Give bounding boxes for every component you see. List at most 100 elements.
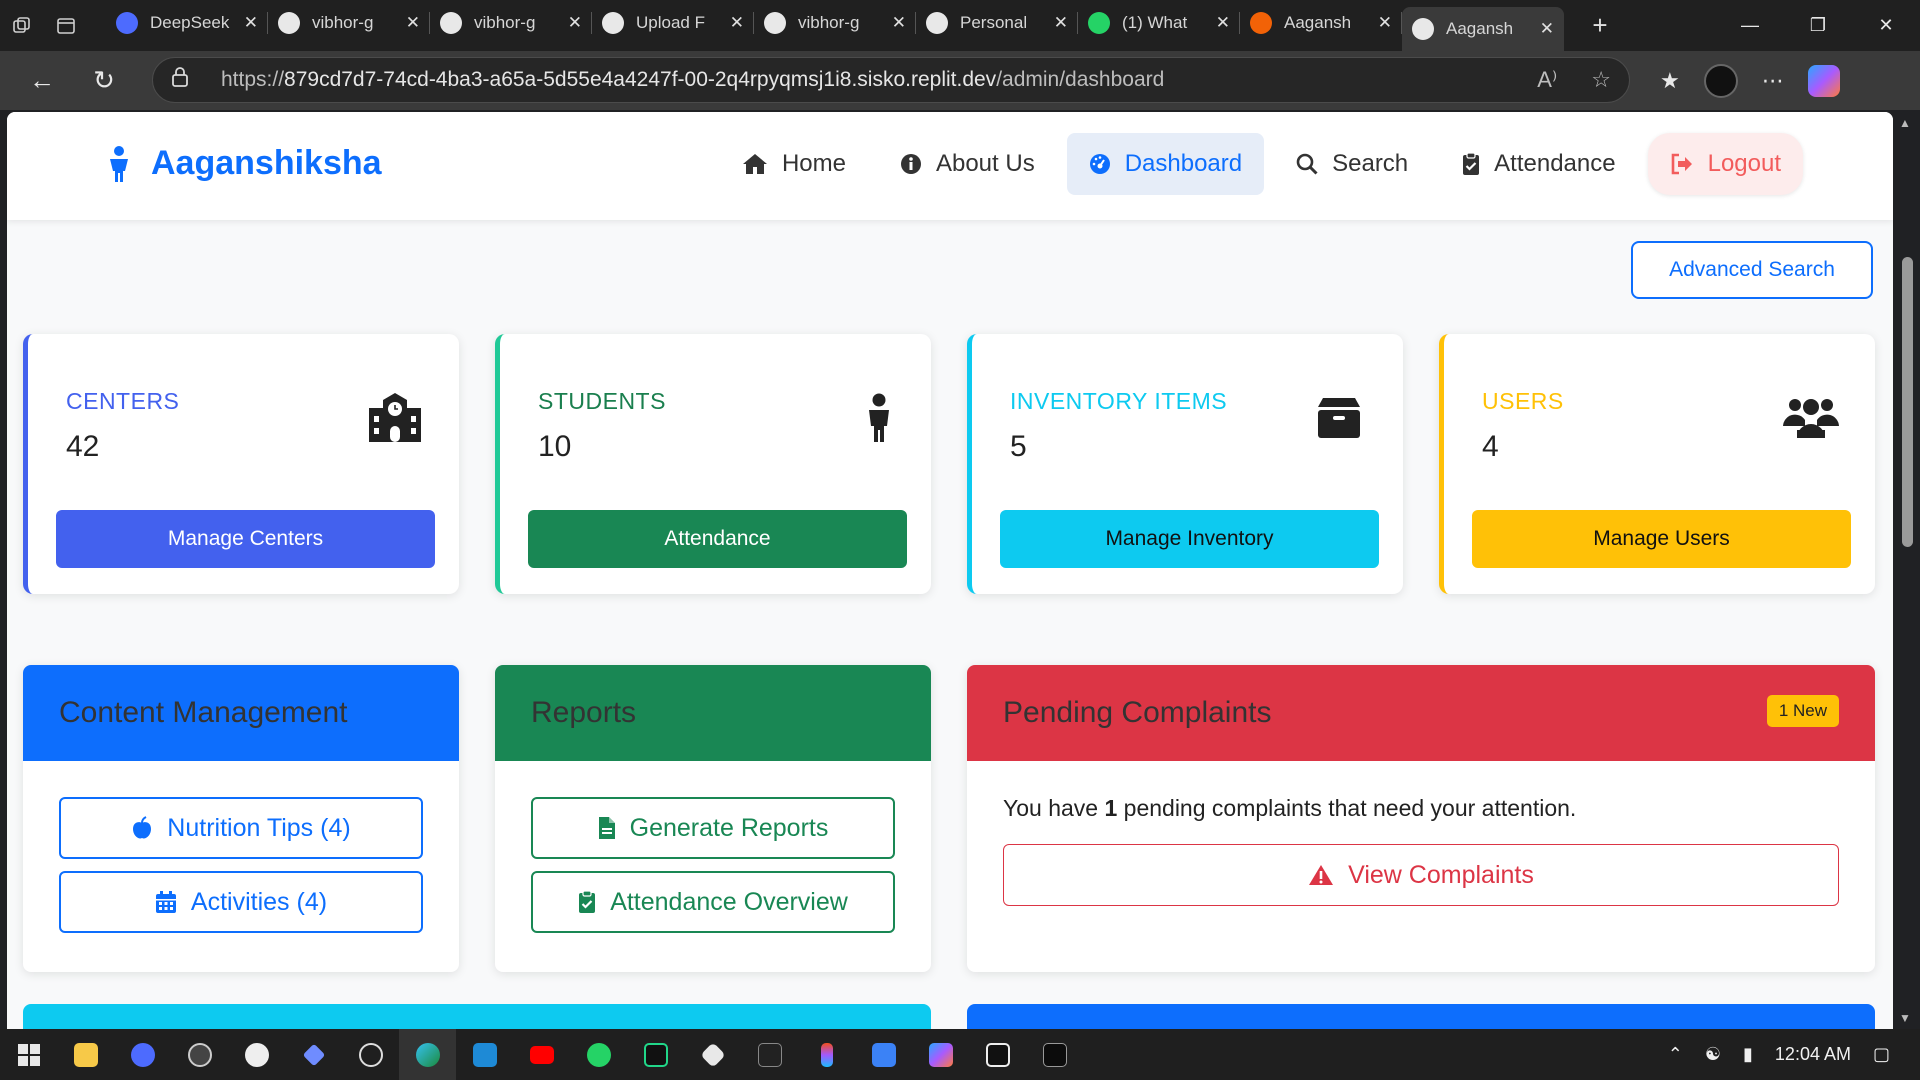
whatsapp-icon[interactable] xyxy=(570,1029,627,1080)
workspaces-icon[interactable] xyxy=(0,0,44,51)
close-tab-icon[interactable]: ✕ xyxy=(892,13,906,33)
nutrition-tips-button[interactable]: Nutrition Tips (4) xyxy=(59,797,423,859)
stat-card-users: USERS 4 Manage Users xyxy=(1439,334,1875,594)
panel-header: Pending Complaints 1 New xyxy=(967,665,1875,761)
close-tab-icon[interactable]: ✕ xyxy=(1054,13,1068,33)
notifications-icon[interactable]: ▢ xyxy=(1873,1044,1890,1065)
close-tab-icon[interactable]: ✕ xyxy=(1540,19,1554,39)
attendance-overview-button[interactable]: Attendance Overview xyxy=(531,871,895,933)
chatgpt-icon[interactable] xyxy=(228,1029,285,1080)
url-text: https://879cd7d7-74cd-4ba3-a65a-5d55e4a4… xyxy=(221,68,1165,91)
primary-panel-header xyxy=(967,1004,1875,1029)
close-tab-icon[interactable]: ✕ xyxy=(406,13,420,33)
tab-actions-icon[interactable] xyxy=(44,0,88,51)
close-tab-icon[interactable]: ✕ xyxy=(1378,13,1392,33)
scrollbar-thumb[interactable] xyxy=(1902,257,1913,547)
site-brand[interactable]: Aagan shiksha xyxy=(107,144,382,183)
app-cube-icon[interactable] xyxy=(684,1029,741,1080)
attendance-button[interactable]: Attendance xyxy=(528,510,907,568)
profile-avatar[interactable] xyxy=(1703,63,1738,98)
replit-icon xyxy=(1250,12,1272,34)
favorites-icon[interactable]: ★ xyxy=(1660,68,1680,94)
stat-label: INVENTORY ITEMS xyxy=(1010,388,1228,414)
school-icon xyxy=(365,392,425,444)
vscode-icon[interactable] xyxy=(456,1029,513,1080)
back-icon[interactable]: ← xyxy=(16,55,68,107)
browser-tab[interactable]: vibhor-g ✕ xyxy=(268,4,430,42)
clock[interactable]: 12:04 AM xyxy=(1775,1044,1851,1065)
address-bar[interactable]: https://879cd7d7-74cd-4ba3-a65a-5d55e4a4… xyxy=(152,57,1630,103)
browser-tab[interactable]: DeepSeek ✕ xyxy=(106,4,268,42)
close-tab-icon[interactable]: ✕ xyxy=(730,13,744,33)
manage-users-button[interactable]: Manage Users xyxy=(1472,510,1851,568)
web-page: Aagan shiksha Home About Us Dashboard Sea… xyxy=(7,112,1893,1029)
activities-button[interactable]: Activities (4) xyxy=(59,871,423,933)
system-tray: ⌃ ☯ ▮ 12:04 AM ▢ xyxy=(1668,1029,1920,1080)
tab-title: Upload F xyxy=(636,13,705,32)
nav-about-us[interactable]: About Us xyxy=(878,133,1057,195)
nav-attendance[interactable]: Attendance xyxy=(1440,133,1637,195)
deepseek-app-icon[interactable] xyxy=(114,1029,171,1080)
calendar-icon xyxy=(155,890,177,914)
terminal-app-icon[interactable] xyxy=(741,1029,798,1080)
perplexity-icon[interactable] xyxy=(342,1029,399,1080)
brand-name-part2: shiksha xyxy=(254,144,382,182)
manage-centers-button[interactable]: Manage Centers xyxy=(56,510,435,568)
browser-tab[interactable]: Aagansh ✕ xyxy=(1402,7,1564,51)
read-aloud-icon[interactable]: A⁾ xyxy=(1537,67,1557,93)
close-tab-icon[interactable]: ✕ xyxy=(244,13,258,33)
minimize-button[interactable]: — xyxy=(1716,0,1784,51)
browser-tab[interactable]: Aagansh ✕ xyxy=(1240,4,1402,42)
more-options-icon[interactable]: ⋯ xyxy=(1762,68,1784,94)
nav-home[interactable]: Home xyxy=(720,133,868,195)
copilot-icon[interactable] xyxy=(1807,64,1840,97)
browser-tab[interactable]: Personal ✕ xyxy=(916,4,1078,42)
start-icon[interactable] xyxy=(0,1029,57,1080)
figma-icon[interactable] xyxy=(798,1029,855,1080)
lock-icon[interactable] xyxy=(171,67,211,93)
tab-title: vibhor-g xyxy=(474,13,536,32)
close-tab-icon[interactable]: ✕ xyxy=(568,13,582,33)
manage-inventory-button[interactable]: Manage Inventory xyxy=(1000,510,1379,568)
obs-icon[interactable] xyxy=(171,1029,228,1080)
edge-icon[interactable] xyxy=(399,1029,456,1080)
restore-button[interactable]: ❐ xyxy=(1784,0,1852,51)
close-window-button[interactable]: ✕ xyxy=(1852,0,1920,51)
nav-search[interactable]: Search xyxy=(1274,133,1430,195)
page-scrollbar[interactable]: ▲ ▼ xyxy=(1893,112,1920,1029)
notion-icon[interactable] xyxy=(969,1029,1026,1080)
site-menu: Home About Us Dashboard Search Attendanc… xyxy=(720,133,1803,195)
file-explorer-icon[interactable] xyxy=(57,1029,114,1080)
pycharm-icon[interactable] xyxy=(627,1029,684,1080)
reload-icon[interactable]: ↻ xyxy=(78,55,130,107)
wifi-icon[interactable]: ☯ xyxy=(1705,1044,1721,1065)
view-complaints-button[interactable]: View Complaints xyxy=(1003,844,1839,906)
chevron-up-icon[interactable]: ⌃ xyxy=(1668,1044,1683,1065)
copilot-app-icon[interactable] xyxy=(912,1029,969,1080)
dashboard-icon xyxy=(1089,153,1111,175)
stat-card-centers: CENTERS 42 Manage Centers xyxy=(23,334,459,594)
battery-icon[interactable]: ▮ xyxy=(1743,1044,1753,1065)
browser-tab[interactable]: (1) What ✕ xyxy=(1078,4,1240,42)
gemini-icon[interactable] xyxy=(285,1029,342,1080)
advanced-search-button[interactable]: Advanced Search xyxy=(1631,241,1873,299)
nav-dashboard[interactable]: Dashboard xyxy=(1066,133,1265,195)
tab-title: Aagansh xyxy=(1446,19,1514,38)
apple-icon xyxy=(131,816,153,840)
new-tab-button[interactable]: + xyxy=(1578,10,1622,41)
favorite-star-icon[interactable]: ☆ xyxy=(1591,67,1611,93)
browser-tab[interactable]: vibhor-g ✕ xyxy=(754,4,916,42)
azure-data-studio-icon[interactable] xyxy=(855,1029,912,1080)
panel-title: Content Management xyxy=(23,665,459,761)
tab-title: (1) What xyxy=(1122,13,1188,32)
stat-label: USERS xyxy=(1482,388,1564,414)
close-tab-icon[interactable]: ✕ xyxy=(1216,13,1230,33)
browser-tab[interactable]: vibhor-g ✕ xyxy=(430,4,592,42)
github-icon xyxy=(926,12,948,34)
stat-card-students: STUDENTS 10 Attendance xyxy=(495,334,931,594)
youtube-icon[interactable] xyxy=(513,1029,570,1080)
nav-logout[interactable]: Logout xyxy=(1647,133,1803,195)
generate-reports-button[interactable]: Generate Reports xyxy=(531,797,895,859)
command-prompt-icon[interactable] xyxy=(1026,1029,1083,1080)
browser-tab[interactable]: Upload F ✕ xyxy=(592,4,754,42)
